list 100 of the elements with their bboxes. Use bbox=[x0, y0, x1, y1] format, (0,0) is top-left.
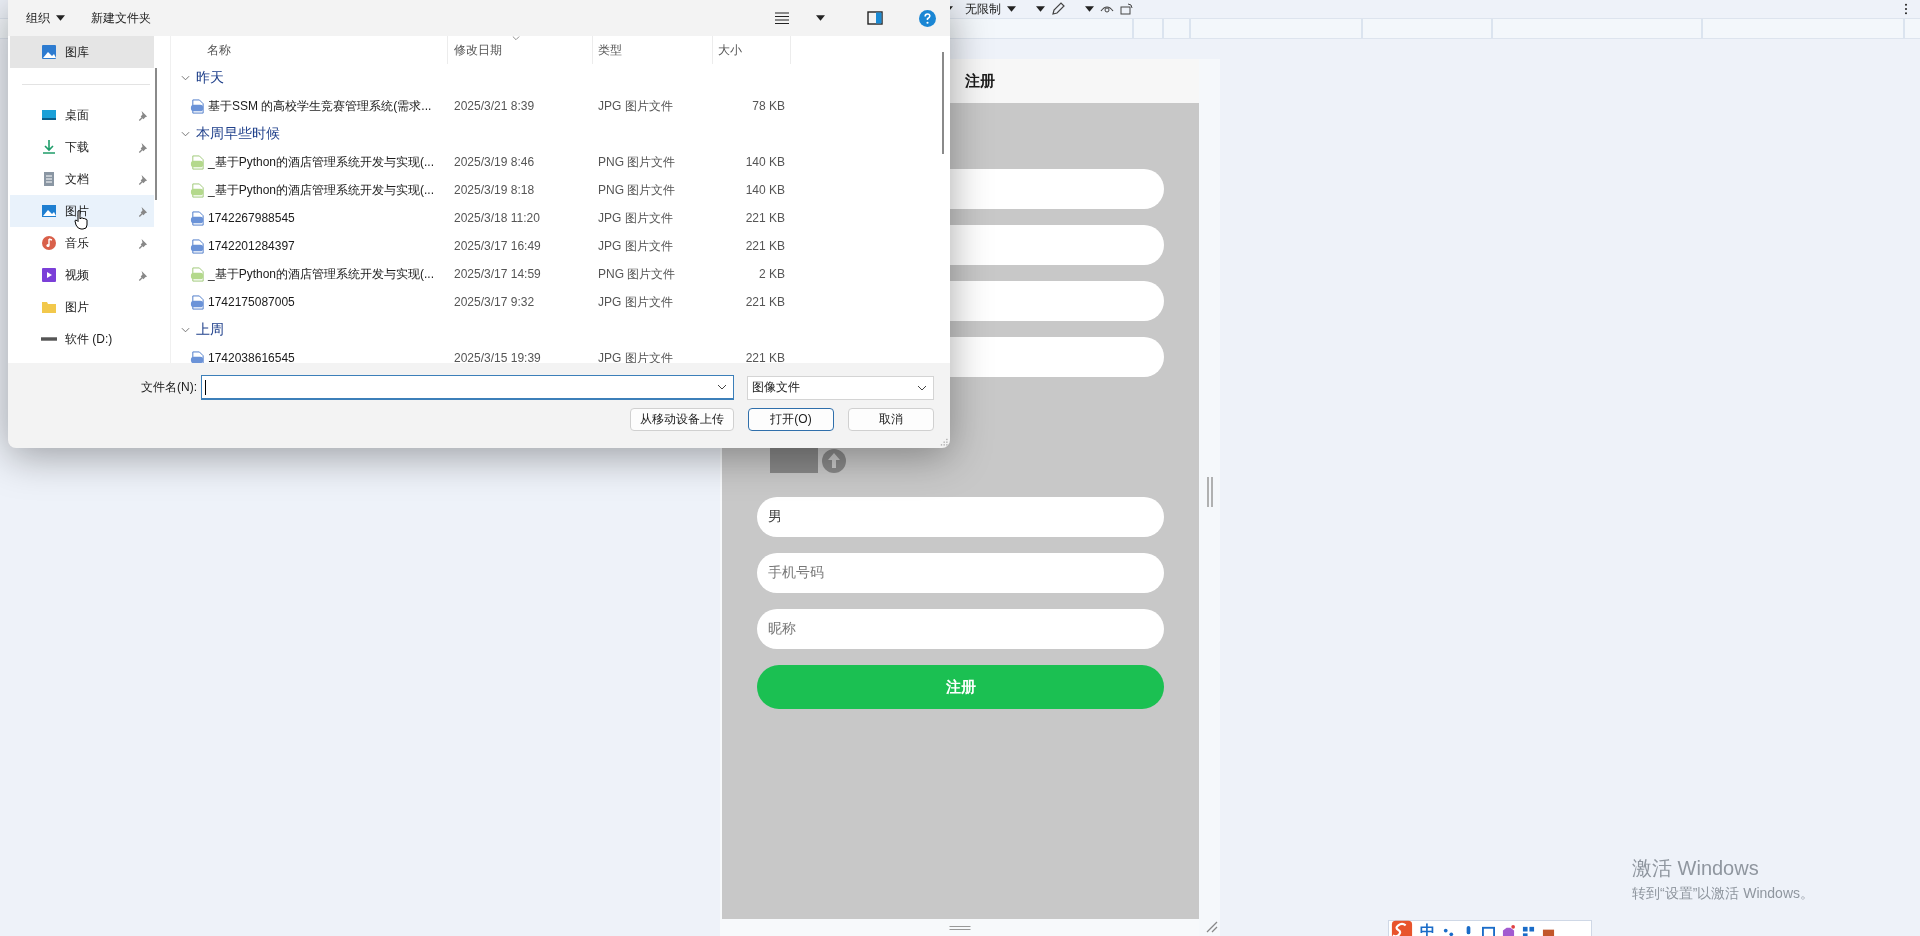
video-icon bbox=[41, 267, 57, 283]
file-type: JPG 图片文件 bbox=[597, 97, 674, 115]
file-type: JPG 图片文件 bbox=[597, 349, 674, 363]
png-file-icon bbox=[190, 154, 205, 170]
jpg-file-icon bbox=[190, 210, 205, 226]
file-size: 221 KB bbox=[744, 211, 786, 225]
folder-icon bbox=[41, 299, 57, 315]
file-name[interactable]: 1742175087005 bbox=[208, 295, 295, 309]
file-name[interactable]: _基于Python的酒店管理系统开发与实现(... bbox=[208, 265, 435, 283]
help-icon[interactable] bbox=[919, 9, 936, 27]
file-name-label: 文件名(N): bbox=[140, 379, 198, 396]
file-size: 140 KB bbox=[744, 155, 786, 169]
jpg-file-icon bbox=[190, 238, 205, 254]
new-folder-button[interactable]: 新建文件夹 bbox=[91, 9, 151, 27]
caret-icon[interactable] bbox=[1085, 6, 1094, 12]
file-date: 2025/3/17 14:59 bbox=[453, 267, 542, 281]
png-file-icon bbox=[190, 266, 205, 282]
page-title: 注册 bbox=[964, 71, 995, 91]
png-file-icon bbox=[190, 182, 205, 198]
file-size: 221 KB bbox=[744, 295, 786, 309]
rotate-icon[interactable] bbox=[1120, 2, 1134, 16]
pin-icon[interactable] bbox=[137, 205, 148, 217]
chevron-icon bbox=[181, 327, 190, 333]
view-menu-icon[interactable] bbox=[774, 11, 790, 25]
file-size: 221 KB bbox=[744, 239, 786, 253]
caret-icon[interactable] bbox=[1007, 6, 1016, 12]
group-header[interactable]: 本周早些时候 bbox=[171, 120, 950, 148]
more-icon[interactable] bbox=[1904, 3, 1908, 15]
file-type-select[interactable]: 图像文件 bbox=[747, 375, 934, 400]
file-name[interactable]: _基于Python的酒店管理系统开发与实现(... bbox=[208, 181, 435, 199]
file-type: JPG 图片文件 bbox=[597, 293, 674, 311]
file-name[interactable]: 1742038616545 bbox=[208, 351, 295, 363]
jpg-file-icon bbox=[190, 98, 205, 114]
preview-pane-icon[interactable] bbox=[867, 11, 883, 25]
activation-title: 激活 Windows bbox=[1632, 856, 1760, 881]
column-header[interactable]: 修改日期 bbox=[448, 36, 593, 64]
file-name[interactable]: 1742201284397 bbox=[208, 239, 295, 253]
file-date: 2025/3/17 9:32 bbox=[453, 295, 536, 309]
music-icon bbox=[41, 235, 57, 251]
file-date: 2025/3/18 11:20 bbox=[453, 211, 541, 225]
chevron-down-icon bbox=[917, 384, 927, 391]
organize-menu[interactable]: 组织 bbox=[26, 9, 65, 27]
sidebar-item[interactable]: 图库 bbox=[10, 36, 154, 68]
ime-logo-icon[interactable] bbox=[1391, 919, 1413, 936]
chevron-down-icon[interactable] bbox=[717, 384, 727, 390]
sidebar-item[interactable]: 文档 bbox=[10, 163, 154, 195]
document-icon bbox=[41, 171, 57, 187]
gallery-icon bbox=[41, 44, 57, 60]
chevron-icon bbox=[181, 75, 190, 81]
sidebar-item[interactable]: 视频 bbox=[10, 259, 154, 291]
resize-grip-icon[interactable] bbox=[939, 437, 948, 446]
sort-caret-icon bbox=[512, 36, 520, 41]
input-field[interactable]: 昵称 bbox=[757, 609, 1164, 649]
file-size: 221 KB bbox=[744, 351, 786, 363]
column-header[interactable]: 类型 bbox=[593, 36, 713, 64]
file-date: 2025/3/17 16:49 bbox=[453, 239, 542, 253]
sidebar-item[interactable]: 下载 bbox=[10, 131, 154, 163]
sidebar-item[interactable]: 桌面 bbox=[10, 99, 154, 131]
dialog-button[interactable]: 取消 bbox=[848, 408, 934, 431]
activation-message: 转到“设置”以激活 Windows。 bbox=[1632, 885, 1814, 903]
file-name[interactable]: 1742267988545 bbox=[208, 211, 295, 225]
file-name-field[interactable] bbox=[201, 375, 734, 400]
resize-handle-icon[interactable] bbox=[1205, 477, 1214, 507]
file-date: 2025/3/15 19:39 bbox=[453, 351, 542, 363]
file-name[interactable]: 基于SSM 的高校学生竞赛管理系统(需求... bbox=[208, 97, 432, 115]
column-header[interactable]: 名称 bbox=[171, 36, 448, 64]
pin-icon[interactable] bbox=[137, 237, 148, 249]
input-field[interactable]: 男 bbox=[757, 497, 1164, 537]
pin-icon[interactable] bbox=[137, 109, 148, 121]
sidebar-item[interactable]: 图片 bbox=[10, 291, 154, 323]
input-field[interactable]: 手机号码 bbox=[757, 553, 1164, 593]
pin-icon[interactable] bbox=[137, 173, 148, 185]
file-type: JPG 图片文件 bbox=[597, 237, 674, 255]
file-type: PNG 图片文件 bbox=[597, 265, 677, 283]
file-date: 2025/3/21 8:39 bbox=[453, 99, 536, 113]
dialog-button[interactable]: 打开(O) bbox=[748, 408, 834, 431]
dialog-button[interactable]: 从移动设备上传 bbox=[630, 408, 734, 431]
caret-icon bbox=[56, 15, 65, 21]
file-size: 140 KB bbox=[744, 183, 786, 197]
chevron-icon bbox=[181, 131, 190, 137]
group-header[interactable]: 上周 bbox=[171, 316, 950, 344]
sidebar-item[interactable]: 音乐 bbox=[10, 227, 154, 259]
file-type: PNG 图片文件 bbox=[597, 181, 677, 199]
sidebar-item[interactable]: 软件 (D:) bbox=[10, 323, 154, 355]
pen-icon[interactable] bbox=[1051, 2, 1065, 16]
pin-icon[interactable] bbox=[137, 141, 148, 153]
caret-icon[interactable] bbox=[816, 15, 825, 21]
caret-icon[interactable] bbox=[1036, 6, 1045, 12]
file-size: 78 KB bbox=[751, 99, 786, 113]
grid-icon[interactable] bbox=[1522, 924, 1535, 936]
pin-icon[interactable] bbox=[137, 269, 148, 281]
file-name[interactable]: _基于Python的酒店管理系统开发与实现(... bbox=[208, 153, 435, 171]
group-header[interactable]: 昨天 bbox=[171, 64, 950, 92]
file-date: 2025/3/19 8:46 bbox=[453, 155, 536, 169]
column-header[interactable]: 大小 bbox=[713, 36, 791, 64]
resize-corner-icon[interactable] bbox=[1206, 921, 1218, 933]
file-size: 2 KB bbox=[758, 267, 786, 281]
jpg-file-icon bbox=[190, 294, 205, 310]
picture-icon bbox=[41, 203, 57, 219]
zoom-select[interactable]: 无限制 bbox=[965, 0, 1001, 18]
